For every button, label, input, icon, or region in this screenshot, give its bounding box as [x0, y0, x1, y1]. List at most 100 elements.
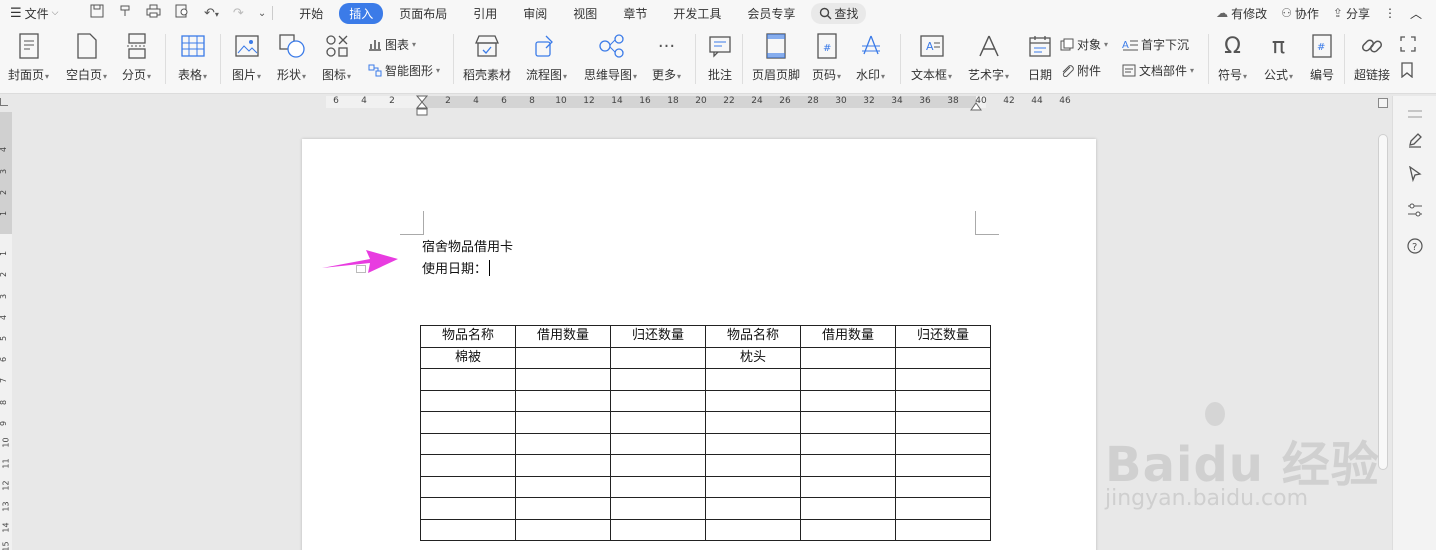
- table-cell[interactable]: [515, 389, 611, 412]
- customize-icon[interactable]: ⌄: [258, 8, 266, 19]
- symbol-button[interactable]: Ω 符号▾: [1218, 32, 1247, 83]
- table-cell[interactable]: [515, 432, 611, 455]
- table-cell[interactable]: [800, 497, 896, 520]
- page-break-button[interactable]: 分页▾: [122, 32, 151, 83]
- tab-insert[interactable]: 插入: [339, 2, 384, 24]
- table-cell[interactable]: [800, 368, 896, 391]
- date-line[interactable]: 使用日期：: [422, 258, 491, 277]
- redo-icon[interactable]: ↷: [233, 6, 244, 21]
- share-button[interactable]: ⇪ 分享: [1333, 5, 1370, 22]
- table-cell[interactable]: [895, 454, 991, 477]
- tab-page-layout[interactable]: 页面布局: [389, 3, 457, 24]
- table-cell[interactable]: [800, 454, 896, 477]
- document-title[interactable]: 宿舍物品借用卡: [422, 236, 513, 255]
- search-button[interactable]: 查找: [811, 2, 867, 24]
- cover-page-button[interactable]: 封面页▾: [8, 32, 49, 83]
- table-cell[interactable]: [610, 389, 706, 412]
- date-button[interactable]: 日期: [1026, 32, 1054, 83]
- table-cell[interactable]: [610, 475, 706, 498]
- tab-review[interactable]: 审阅: [513, 3, 557, 24]
- table-cell[interactable]: [895, 497, 991, 520]
- doc-parts-button[interactable]: 文档部件 ▾: [1122, 62, 1194, 79]
- modified-button[interactable]: ☁ 有修改: [1216, 5, 1267, 22]
- cross-reference-icon[interactable]: [1400, 36, 1416, 52]
- table-cell[interactable]: [610, 346, 706, 369]
- table-cell[interactable]: [800, 389, 896, 412]
- table-cell[interactable]: [420, 411, 516, 434]
- smart-art-button[interactable]: 智能图形 ▾: [368, 62, 440, 79]
- page-number-button[interactable]: # 页码▾: [812, 32, 841, 83]
- table-cell[interactable]: 物品名称: [420, 325, 516, 348]
- tab-developer[interactable]: 开发工具: [663, 3, 731, 24]
- table-cell[interactable]: [705, 389, 801, 412]
- tab-references[interactable]: 引用: [463, 3, 507, 24]
- table-cell[interactable]: 借用数量: [800, 325, 896, 348]
- tab-member[interactable]: 会员专享: [737, 3, 805, 24]
- indent-marker-icon[interactable]: [415, 95, 429, 117]
- tab-home[interactable]: 开始: [289, 3, 333, 24]
- mindmap-button[interactable]: 思维导图▾: [584, 32, 637, 83]
- tab-stop-selector-icon[interactable]: [0, 98, 8, 106]
- blank-page-button[interactable]: 空白页▾: [66, 32, 107, 83]
- table-cell[interactable]: [800, 475, 896, 498]
- watermark-button[interactable]: 水印▾: [856, 32, 885, 83]
- table-cell[interactable]: [610, 518, 706, 541]
- scrollbar-thumb[interactable]: [1378, 134, 1388, 470]
- undo-icon[interactable]: ↶▾: [204, 6, 219, 21]
- collab-button[interactable]: ⚇ 协作: [1281, 5, 1319, 22]
- more-options-icon[interactable]: ⋮: [1384, 6, 1396, 20]
- table-cell[interactable]: [610, 411, 706, 434]
- table-cell[interactable]: [515, 475, 611, 498]
- table-cell[interactable]: [800, 346, 896, 369]
- hyperlink-button[interactable]: 超链接: [1354, 32, 1390, 83]
- table-cell[interactable]: [895, 518, 991, 541]
- formula-button[interactable]: π 公式▾: [1264, 32, 1293, 83]
- table-cell[interactable]: [895, 389, 991, 412]
- textbox-button[interactable]: A 文本框▾: [911, 32, 952, 83]
- split-view-icon[interactable]: [1378, 98, 1388, 108]
- picture-button[interactable]: 图片▾: [232, 32, 261, 83]
- table-cell[interactable]: [705, 432, 801, 455]
- table-cell[interactable]: [895, 411, 991, 434]
- table-cell[interactable]: [705, 475, 801, 498]
- header-footer-button[interactable]: 页眉页脚: [752, 32, 800, 83]
- flowchart-button[interactable]: 流程图▾: [526, 32, 567, 83]
- table-cell[interactable]: 物品名称: [705, 325, 801, 348]
- table-cell[interactable]: 归还数量: [895, 325, 991, 348]
- table-cell[interactable]: 枕头: [705, 346, 801, 369]
- wordart-button[interactable]: 艺术字▾: [968, 32, 1009, 83]
- drop-cap-button[interactable]: A 首字下沉: [1122, 36, 1189, 53]
- table-cell[interactable]: [610, 368, 706, 391]
- file-menu-button[interactable]: ☰ 文件 ⌵: [0, 5, 82, 22]
- table-cell[interactable]: [895, 475, 991, 498]
- table-cell[interactable]: [610, 497, 706, 520]
- tab-chapter[interactable]: 章节: [613, 3, 657, 24]
- table-cell[interactable]: [420, 475, 516, 498]
- adjust-sliders-icon[interactable]: [1405, 200, 1425, 220]
- table-cell[interactable]: [420, 497, 516, 520]
- attachment-button[interactable]: 附件: [1060, 62, 1101, 79]
- table-cell[interactable]: [420, 518, 516, 541]
- table-cell[interactable]: 归还数量: [610, 325, 706, 348]
- table-cell[interactable]: [895, 368, 991, 391]
- pen-icon[interactable]: [1405, 130, 1425, 150]
- table-cell[interactable]: [800, 518, 896, 541]
- icon-library-button[interactable]: 图标▾: [322, 32, 351, 83]
- table-cell[interactable]: [515, 346, 611, 369]
- table-cell[interactable]: [705, 518, 801, 541]
- table-cell[interactable]: [515, 411, 611, 434]
- table-cell[interactable]: [515, 368, 611, 391]
- help-icon[interactable]: ?: [1405, 236, 1425, 256]
- print-preview-icon[interactable]: [175, 4, 190, 22]
- table-cell[interactable]: [800, 411, 896, 434]
- tab-view[interactable]: 视图: [563, 3, 607, 24]
- table-cell[interactable]: [895, 346, 991, 369]
- save-icon[interactable]: [90, 4, 104, 22]
- bookmark-icon[interactable]: [1400, 62, 1414, 78]
- table-cell[interactable]: [515, 518, 611, 541]
- table-cell[interactable]: 借用数量: [515, 325, 611, 348]
- material-button[interactable]: 稻壳素材: [463, 32, 511, 83]
- table-cell[interactable]: 棉被: [420, 346, 516, 369]
- table-cell[interactable]: [515, 454, 611, 477]
- table-cell[interactable]: [515, 497, 611, 520]
